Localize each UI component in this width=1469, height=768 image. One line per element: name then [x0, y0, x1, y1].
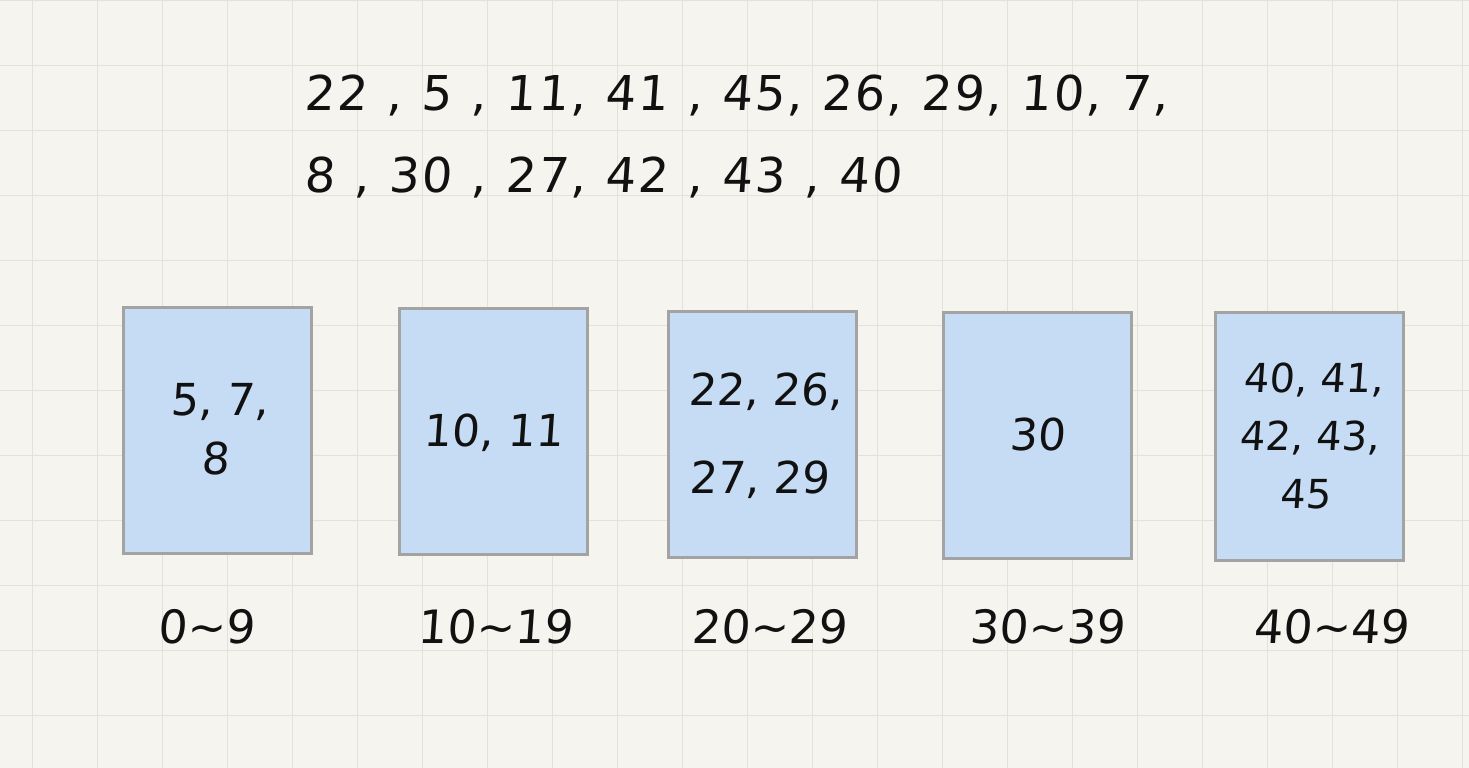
bucket-range-label: 40~49 [1252, 600, 1412, 654]
bucket-contents: 22, 26, 27, 29 [686, 364, 845, 504]
bucket-range-label: 20~29 [690, 600, 850, 654]
bucket-contents: 10, 11 [421, 405, 566, 457]
bucket-range-label: 10~19 [416, 600, 576, 654]
bucket-20-29: 22, 26, 27, 29 [667, 310, 858, 559]
bucket-10-19: 10, 11 [398, 307, 589, 556]
bucket-contents: 30 [1007, 409, 1068, 461]
bucket-range-label: 0~9 [156, 600, 258, 654]
bucket-contents: 5, 7, 8 [168, 375, 271, 486]
bucket-contents: 40, 41, 42, 43, 45 [1237, 355, 1386, 518]
bucket-40-49: 40, 41, 42, 43, 45 [1214, 311, 1405, 562]
bucket-0-9: 5, 7, 8 [122, 306, 313, 555]
bucket-30-39: 30 [942, 311, 1133, 560]
input-sequence-line-2: 8 , 30 , 27, 42 , 43 , 40 [303, 148, 907, 204]
input-sequence-line-1: 22 , 5 , 11, 41 , 45, 26, 29, 10, 7, [303, 66, 1173, 122]
bucket-range-label: 30~39 [968, 600, 1128, 654]
